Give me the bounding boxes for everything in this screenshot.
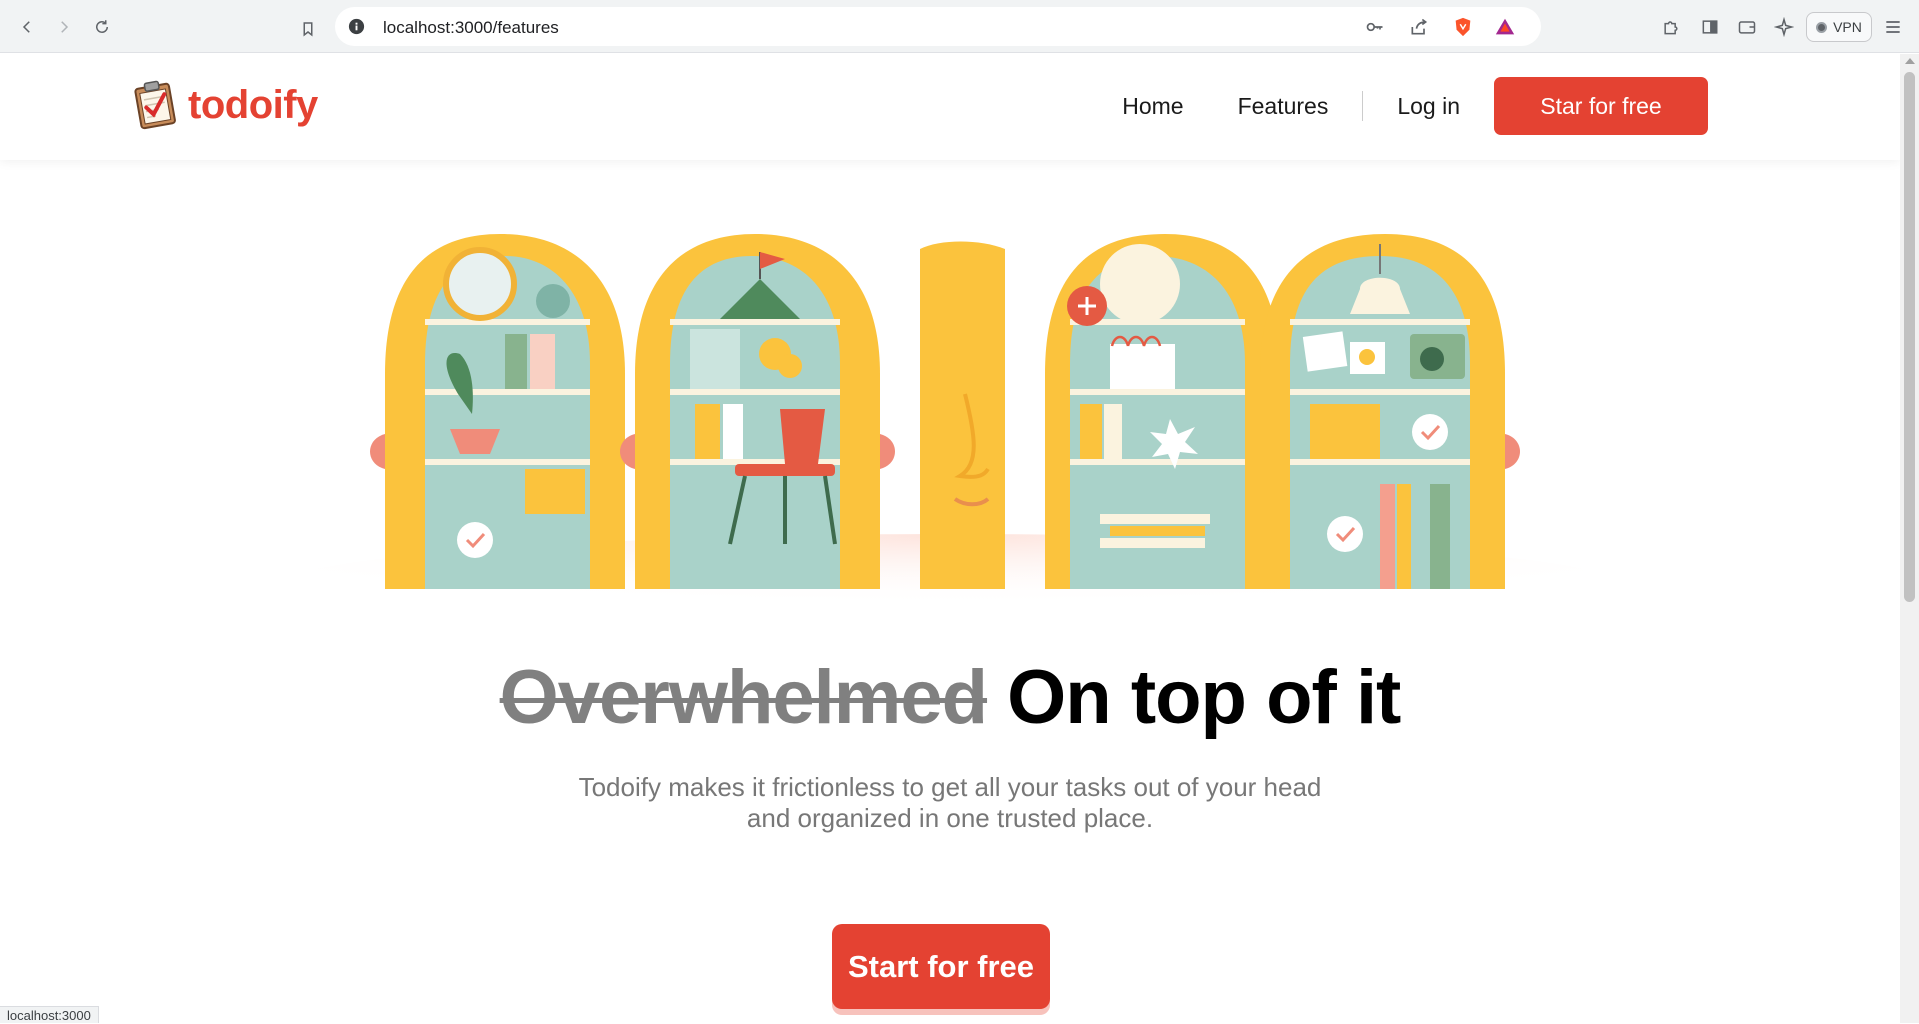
reload-icon[interactable] [87, 12, 117, 42]
leo-ai-icon[interactable] [1771, 14, 1797, 40]
header-cta-button[interactable]: Star for free [1494, 77, 1708, 135]
nav-divider [1362, 91, 1364, 121]
site-header: todoify Home Features Log in Star for fr… [0, 54, 1900, 160]
address-bar[interactable]: localhost:3000/features [335, 7, 1541, 46]
head-2-illustration [620, 234, 895, 589]
vpn-button[interactable]: VPN [1806, 12, 1872, 42]
headline-struck-text: Overwhelmed [499, 655, 988, 740]
forward-icon[interactable] [49, 12, 79, 42]
hero-subtitle: Todoify makes it frictionless to get all… [550, 772, 1350, 834]
nav-features-link[interactable]: Features [1238, 93, 1329, 120]
key-icon[interactable] [1363, 15, 1387, 39]
logo[interactable]: todoify [132, 80, 318, 130]
center-face-illustration [920, 241, 1005, 589]
vpn-label: VPN [1833, 19, 1862, 35]
brave-shield-icon[interactable] [1451, 15, 1475, 39]
scroll-up-arrow-icon[interactable] [1905, 58, 1915, 64]
page-viewport: todoify Home Features Log in Star for fr… [0, 54, 1900, 1023]
vpn-status-icon [1816, 21, 1828, 33]
logo-text: todoify [188, 82, 318, 127]
status-bar-url: localhost:3000 [0, 1006, 99, 1023]
url-text: localhost:3000/features [383, 18, 559, 37]
headline-main-text: On top of it [1007, 655, 1401, 740]
hero-headline: Overwhelmed On top of it [0, 654, 1900, 741]
clipboard-check-icon [134, 80, 176, 130]
site-info-icon[interactable] [347, 17, 366, 36]
nav-login-link[interactable]: Log in [1397, 93, 1460, 120]
sidebar-icon[interactable] [1697, 14, 1723, 40]
nav-home-link[interactable]: Home [1122, 93, 1183, 120]
head-4-illustration [1045, 234, 1295, 589]
subtitle-line-1: Todoify makes it frictionless to get all… [578, 772, 1322, 802]
start-for-free-button[interactable]: Start for free [832, 924, 1050, 1009]
scroll-thumb[interactable] [1904, 72, 1915, 602]
page-scrollbar[interactable] [1900, 54, 1919, 1023]
hero-illustration [250, 234, 1650, 654]
head-1-illustration [370, 234, 625, 589]
bookmark-icon[interactable] [293, 14, 323, 44]
main-nav: Home Features Log in Star for free [1122, 76, 1708, 136]
wallet-icon[interactable] [1734, 14, 1760, 40]
brave-rewards-icon[interactable] [1493, 15, 1517, 39]
extensions-icon[interactable] [1658, 14, 1684, 40]
back-icon[interactable] [12, 12, 42, 42]
subtitle-line-2: and organized in one trusted place. [746, 803, 1154, 833]
menu-icon[interactable] [1880, 14, 1906, 40]
share-icon[interactable] [1407, 15, 1431, 39]
head-5-illustration [1260, 234, 1520, 589]
browser-toolbar: localhost:3000/features VPN [0, 0, 1919, 53]
